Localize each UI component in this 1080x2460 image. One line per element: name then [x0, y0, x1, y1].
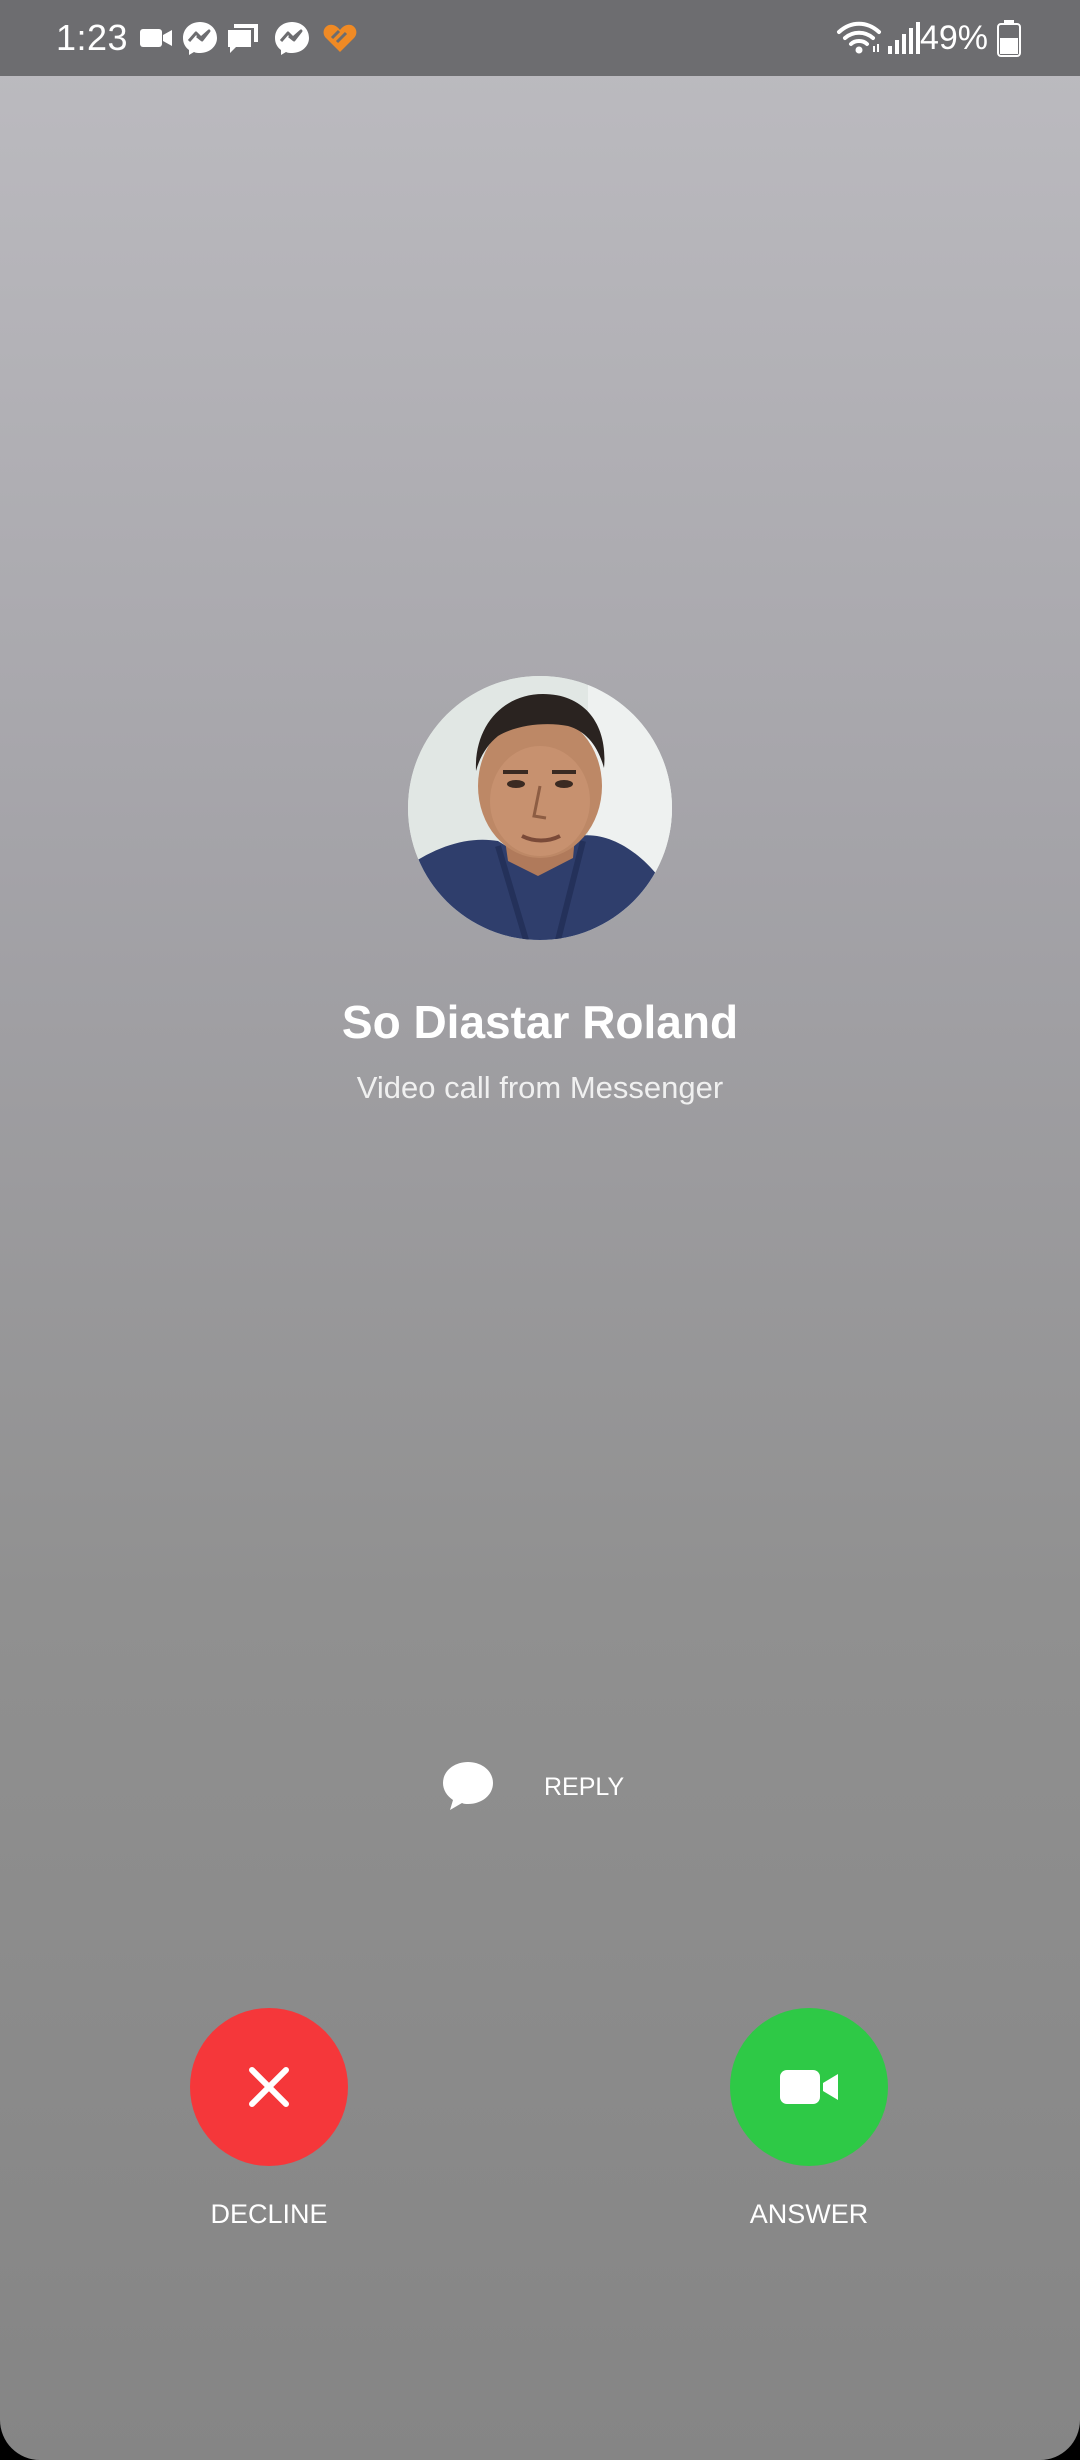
video-camera-icon: [780, 2070, 838, 2104]
answer-button[interactable]: [730, 2008, 888, 2166]
caller-name: So Diastar Roland: [341, 996, 739, 1048]
messenger-icon: [183, 22, 217, 55]
caller-avatar: [408, 676, 672, 940]
battery-percent: 49%: [919, 19, 988, 57]
reply-label: REPLY: [544, 1773, 625, 1801]
signal-icon: [888, 22, 920, 54]
caller-photo: [408, 676, 672, 940]
call-subtitle: Video call from Messenger: [356, 1070, 724, 1105]
chat-bubbles-icon: [228, 24, 258, 53]
incoming-call-screen: 1:23 49% So Diastar Roland Video call fr…: [0, 0, 1080, 2460]
status-time: 1:23: [56, 17, 129, 58]
chat-bubble-icon: [443, 1762, 493, 1810]
video-camera-icon: [140, 29, 172, 47]
wifi-icon: [837, 21, 881, 54]
messenger-icon: [275, 22, 309, 55]
battery-icon: [997, 20, 1021, 57]
answer-label: ANSWER: [749, 2199, 869, 2229]
reply-button[interactable]: REPLY: [440, 1752, 660, 1822]
decline-label: DECLINE: [210, 2199, 328, 2229]
decline-button[interactable]: [190, 2008, 348, 2166]
close-icon: [249, 2067, 289, 2107]
app-heart-icon: [323, 24, 357, 52]
status-bar: 1:23 49%: [0, 0, 1080, 76]
